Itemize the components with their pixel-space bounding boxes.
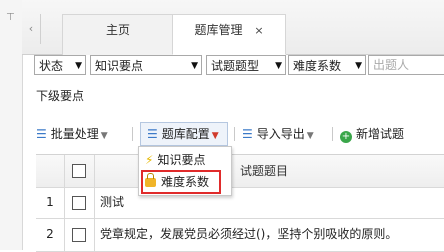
author-input-placeholder: 出题人 bbox=[373, 58, 410, 72]
table-header: 试题题目 bbox=[36, 155, 444, 188]
status-select[interactable]: 状态 ▼ bbox=[34, 55, 86, 75]
status-select-value: 状态 bbox=[39, 59, 64, 73]
header-question-title[interactable]: 试题题目 bbox=[240, 155, 288, 187]
batch-process-button[interactable]: ☰ 批量处理 ▼ bbox=[36, 122, 108, 146]
toolbar-divider bbox=[132, 127, 133, 141]
left-panel-strip: ⊤ bbox=[0, 0, 23, 250]
tab-prev-button[interactable]: ‹ bbox=[22, 14, 41, 44]
bank-config-button[interactable]: ☰ 题库配置 ▼ bbox=[140, 122, 228, 146]
header-check-cell bbox=[64, 155, 95, 187]
menu-item-knowledge-point[interactable]: ⚡ 知识要点 bbox=[139, 149, 231, 171]
question-type-select-value: 试题题型 bbox=[211, 59, 260, 73]
tab-home[interactable]: 主页 bbox=[62, 14, 174, 55]
chevron-down-icon: ▼ bbox=[191, 61, 198, 71]
toolbar-divider bbox=[332, 127, 333, 141]
question-table: 试题题目 1 测试 2 党章规定，发展党员必须经过()，坚持个别吸收的原则。 bbox=[36, 154, 444, 252]
chevron-down-icon: ▼ bbox=[100, 131, 108, 141]
list-icon: ☰ bbox=[242, 127, 253, 141]
add-question-button[interactable]: + 新增试题 bbox=[340, 122, 404, 146]
chevron-down-icon: ▼ bbox=[355, 61, 362, 71]
tab-bar: ‹ 主页 题库管理 × bbox=[22, 0, 444, 55]
list-icon: ☰ bbox=[36, 127, 47, 141]
row-check-cell bbox=[64, 218, 95, 251]
row-checkbox[interactable] bbox=[72, 228, 86, 242]
import-export-label: 导入导出 bbox=[256, 127, 305, 141]
plus-icon: + bbox=[340, 131, 352, 143]
header-num-cell bbox=[36, 155, 65, 187]
toolbar-divider bbox=[234, 127, 235, 141]
chevron-down-icon: ▼ bbox=[275, 61, 282, 71]
knowledge-point-select-value: 知识要点 bbox=[95, 59, 144, 73]
difficulty-select-value: 难度系数 bbox=[293, 59, 342, 73]
toolbar: ☰ 批量处理 ▼ ☰ 题库配置 ▼ ☰ 导入导出 ▼ + 新增试题 bbox=[36, 122, 444, 146]
row-number: 2 bbox=[36, 218, 65, 251]
chevron-down-icon: ▼ bbox=[306, 131, 314, 141]
menu-item-label: 知识要点 bbox=[157, 153, 206, 167]
chevron-down-icon: ▼ bbox=[211, 131, 219, 141]
tab-home-label: 主页 bbox=[105, 23, 130, 37]
row-title: 党章规定，发展党员必须经过()，坚持个别吸收的原则。 bbox=[100, 227, 398, 241]
row-number: 1 bbox=[36, 187, 65, 218]
tab-close-icon[interactable]: × bbox=[254, 24, 263, 37]
author-input[interactable]: 出题人 bbox=[368, 55, 444, 75]
list-icon: ☰ bbox=[147, 127, 158, 141]
batch-process-label: 批量处理 bbox=[50, 127, 99, 141]
import-export-button[interactable]: ☰ 导入导出 ▼ bbox=[242, 122, 314, 146]
knowledge-point-select[interactable]: 知识要点 ▼ bbox=[90, 55, 202, 75]
pin-icon[interactable]: ⊤ bbox=[6, 12, 15, 23]
chevron-down-icon: ▼ bbox=[75, 61, 82, 71]
tab-question-bank[interactable]: 题库管理 × bbox=[172, 14, 286, 55]
highlight-box bbox=[141, 170, 221, 194]
sub-points-label[interactable]: 下级要点 bbox=[36, 87, 84, 104]
bank-config-label: 题库配置 bbox=[161, 127, 210, 141]
row-checkbox[interactable] bbox=[72, 196, 86, 210]
table-row[interactable]: 1 测试 bbox=[36, 187, 444, 219]
question-type-select[interactable]: 试题题型 ▼ bbox=[206, 55, 286, 75]
table-row[interactable]: 2 党章规定，发展党员必须经过()，坚持个别吸收的原则。 bbox=[36, 218, 444, 252]
tab-question-bank-label: 题库管理 bbox=[194, 23, 243, 37]
add-question-label: 新增试题 bbox=[356, 127, 405, 141]
select-all-checkbox[interactable] bbox=[72, 164, 86, 178]
lightning-icon: ⚡ bbox=[145, 153, 154, 167]
difficulty-select[interactable]: 难度系数 ▼ bbox=[288, 55, 366, 75]
row-check-cell bbox=[64, 187, 95, 218]
